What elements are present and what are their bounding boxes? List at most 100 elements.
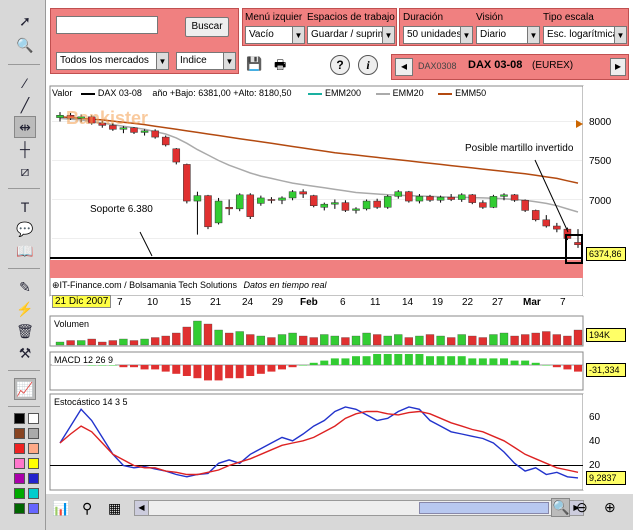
volume-bar [140,338,149,346]
volume-bar [436,335,445,346]
stoch-tick: 60 [589,412,601,423]
volume-bar [404,337,414,346]
macd-panel[interactable] [49,351,584,391]
price-scale: 8000 7500 7000 [583,86,628,296]
macd-bar [299,365,308,366]
macd-bar [574,365,582,372]
settings-list-icon[interactable]: ▦ [108,500,121,517]
volume-bar [235,331,244,346]
stochastic-panel[interactable] [49,393,584,491]
volume-bar [108,340,118,346]
macd-bar [172,365,181,374]
volume-bar [161,335,170,346]
legend-swatch-emm200 [308,92,323,95]
scroll-left-icon[interactable]: ◀ [135,501,149,515]
x-label: Feb [300,297,318,308]
zoom-fit-icon[interactable]: 🔍 [551,498,571,517]
volume-bar [330,335,340,346]
volume-bar [172,332,181,346]
x-label: 27 [492,297,504,308]
volume-bar [98,341,107,346]
macd-bar [436,356,445,365]
volume-bar [383,335,392,346]
volume-bar [394,334,403,346]
volume-bar [510,335,519,346]
x-label: 11 [370,297,381,308]
volume-bar [415,335,424,346]
macd-bar [256,365,265,374]
candle-body [405,191,413,202]
candle-body [489,196,498,208]
macd-bar [309,362,318,365]
candle-body [331,202,339,205]
volume-bar [193,320,202,346]
scroll-thumb[interactable] [419,502,549,514]
volume-bar [87,338,96,346]
zoom-out-icon[interactable]: ⊖ [576,499,588,516]
macd-bar [246,365,255,376]
legend-stats: año +Bajo: 6381,00 +Alto: 8180,50 [152,88,292,98]
source-footer: ⊕IT-Finance.com / Bolsamania Tech Soluti… [52,280,582,292]
x-label: 21 [210,297,222,308]
candle-body [56,115,64,118]
candle-body [373,200,381,208]
macd-bar [426,356,434,365]
candle-body [479,202,487,208]
x-label: 29 [272,297,284,308]
volume-bar [267,337,276,346]
zoom-in-icon[interactable]: ⊕ [604,499,616,516]
legend-series: DAX 03-08 [97,88,142,98]
macd-bar [383,354,392,365]
link-icon[interactable]: ⚲ [82,500,92,517]
globe-icon: ⊕ [52,280,60,290]
volume-bar [288,332,297,346]
chart-export-icon[interactable]: 📊 [52,500,69,517]
macd-bar [489,358,498,365]
candle-body [299,191,307,195]
candle-body [468,194,477,203]
candle-body [214,200,223,224]
x-label: 6 [340,297,346,308]
macd-bar [119,365,128,368]
macd-bar [552,365,561,368]
macd-bar [457,356,466,365]
candle-body [309,195,318,206]
volume-bar [351,335,361,346]
candle-body [510,194,519,201]
volume-bar [362,332,371,346]
candle-body [172,148,181,163]
stoch-title: Estocástico 14 3 5 [52,397,130,407]
macd-bar [352,356,360,365]
legend-emm20: EMM20 [392,88,424,98]
macd-bar [447,356,456,365]
candle-body [193,195,202,202]
start-date: 21 Dic 2007 [52,295,112,308]
macd-bar [235,365,244,379]
legend-valor: Valor [52,88,73,98]
candle-body [521,200,529,211]
volume-bar [256,335,266,346]
macd-bar [563,365,572,370]
volume-title: Volumen [52,319,92,329]
macd-bar [320,360,329,365]
volume-panel[interactable] [49,315,584,347]
macd-bar [373,354,382,365]
candle-body [267,199,276,201]
volume-bar [55,341,65,346]
macd-bar [151,365,160,370]
volume-bar [542,331,551,346]
macd-bar [478,358,487,365]
stoch-panel-frame [49,393,584,491]
candle-body [457,194,466,200]
volume-bar [457,334,466,346]
watermark: Bankister [66,108,149,128]
macd-bar [341,358,350,365]
candle-body [426,196,434,201]
bottom-bar: 📊 ⚲ ▦ ◀ ▶ 🔍 ⊖ ⊕ [46,494,633,530]
candle-body [553,225,561,230]
realtime-text: Datos en tiempo real [243,280,327,290]
horizontal-scrollbar[interactable]: ◀ ▶ [134,500,584,516]
candle-body [257,197,265,204]
macd-bar [542,365,551,366]
candle-body [288,191,297,199]
